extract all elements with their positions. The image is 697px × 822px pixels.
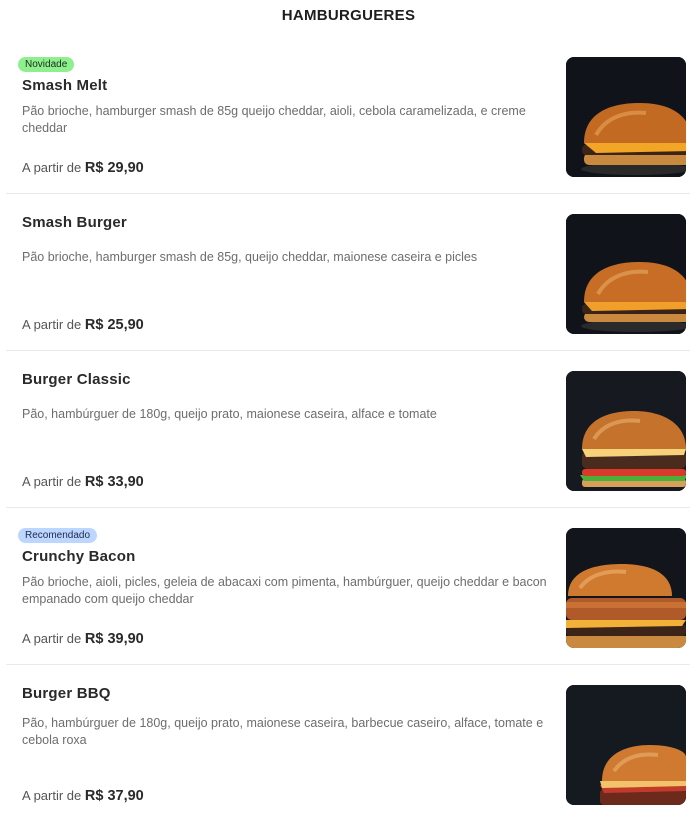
item-price: R$ 39,90 — [84, 631, 144, 647]
item-name: Smash Melt — [22, 77, 108, 94]
item-description: Pão brioche, aioli, picles, geleia de ab… — [22, 575, 547, 606]
price-prefix: A partir de — [22, 631, 82, 646]
item-description: Pão, hambúrguer de 180g, queijo prato, m… — [22, 716, 544, 747]
item-name: Burger BBQ — [22, 685, 111, 702]
item-price-line: A partir de R$ 25,90 — [22, 317, 144, 333]
item-description: Pão, hambúrguer de 180g, queijo prato, m… — [22, 407, 437, 421]
burger-photo[interactable] — [566, 371, 686, 491]
burger-image-icon — [566, 57, 686, 177]
item-description: Pão brioche, hamburger smash de 85g quei… — [22, 104, 526, 135]
price-prefix: A partir de — [22, 160, 82, 175]
burger-photo[interactable] — [566, 214, 686, 334]
item-price-line: A partir de R$ 37,90 — [22, 788, 144, 804]
badge-recomendado: Recomendado — [18, 528, 98, 543]
burger-photo[interactable] — [566, 57, 686, 177]
burger-image-icon — [566, 371, 686, 491]
menu-item-burger-bbq[interactable]: Burger BBQ Pão, hambúrguer de 180g, quei… — [6, 665, 690, 822]
menu-item-smash-melt[interactable]: Novidade Smash Melt Pão brioche, hamburg… — [6, 37, 690, 194]
item-price: R$ 33,90 — [84, 474, 144, 490]
menu-item-burger-classic[interactable]: Burger Classic Pão, hambúrguer de 180g, … — [6, 351, 690, 508]
burger-image-icon — [566, 528, 686, 648]
item-price: R$ 29,90 — [84, 160, 144, 176]
item-description: Pão brioche, hamburger smash de 85g, que… — [22, 250, 478, 264]
price-prefix: A partir de — [22, 317, 82, 332]
menu-item-smash-burger[interactable]: Smash Burger Pão brioche, hamburger smas… — [6, 194, 690, 351]
burger-image-icon — [566, 685, 686, 805]
burger-photo[interactable] — [566, 685, 686, 805]
item-price-line: A partir de R$ 39,90 — [22, 631, 144, 647]
burger-image-icon — [566, 214, 686, 334]
item-price-line: A partir de R$ 29,90 — [22, 160, 144, 176]
item-price: R$ 25,90 — [84, 317, 144, 333]
item-price-line: A partir de R$ 33,90 — [22, 474, 144, 490]
menu-item-crunchy-bacon[interactable]: Recomendado Crunchy Bacon Pão brioche, a… — [6, 508, 690, 665]
item-name: Burger Classic — [22, 371, 131, 388]
item-name: Smash Burger — [22, 214, 127, 231]
badge-novidade: Novidade — [18, 57, 75, 72]
price-prefix: A partir de — [22, 474, 82, 489]
item-name: Crunchy Bacon — [22, 548, 136, 565]
price-prefix: A partir de — [22, 788, 82, 803]
burger-photo[interactable] — [566, 528, 686, 648]
item-price: R$ 37,90 — [84, 788, 144, 804]
section-title: HAMBURGUERES — [281, 7, 416, 24]
